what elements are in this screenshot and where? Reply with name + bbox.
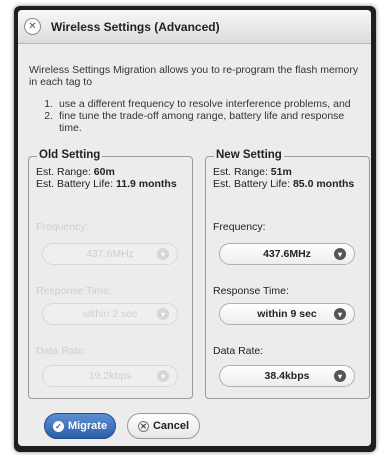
step-number: 1. <box>44 98 53 110</box>
response-time-label: Response Time: <box>213 285 289 297</box>
data-rate-value: 38.4kbps <box>264 370 310 382</box>
migrate-button[interactable]: ✓ Migrate <box>44 413 116 439</box>
data-rate-label: Data Rate: <box>36 345 87 357</box>
battery-label: Est. Battery Life: <box>36 178 114 190</box>
battery-value: 85.0 months <box>292 178 355 190</box>
step-text: fine tune the trade-off among range, bat… <box>59 110 345 134</box>
close-icon[interactable]: ✕ <box>24 18 41 35</box>
range-value: 60m <box>93 166 115 178</box>
steps-list: 1. use a different frequency to resolve … <box>29 98 364 134</box>
data-rate-label: Data Rate: <box>213 345 264 357</box>
new-setting-legend: New Setting <box>214 149 284 161</box>
chevron-down-icon[interactable]: ▾ <box>334 308 346 320</box>
old-setting-info: Est. Range: 60m Est. Battery Life: 11.9 … <box>36 166 186 190</box>
range-label: Est. Range: <box>213 166 268 178</box>
battery-label: Est. Battery Life: <box>213 178 291 190</box>
frequency-label: Frequency: <box>213 221 266 233</box>
check-icon: ✓ <box>52 420 64 432</box>
frequency-label: Frequency: <box>36 221 89 233</box>
new-response-time-select[interactable]: within 9 sec ▾ <box>219 303 355 325</box>
migrate-label: Migrate <box>67 420 108 432</box>
frequency-value: 437.6MHz <box>263 248 311 260</box>
old-setting-panel: Old Setting Est. Range: 60m Est. Battery… <box>28 149 193 399</box>
chevron-down-icon: ▾ <box>157 370 169 382</box>
step-text: use a different frequency to resolve int… <box>59 98 351 110</box>
old-frequency-select: 437.6MHz ▾ <box>42 243 178 265</box>
response-time-label: Response Time: <box>36 285 112 297</box>
chevron-down-icon[interactable]: ▾ <box>334 248 346 260</box>
frequency-value: 437.6MHz <box>86 248 134 260</box>
cancel-label: Cancel <box>152 420 190 432</box>
response-time-value: within 2 sec <box>82 308 138 320</box>
old-data-rate-select: 19.2kbps ▾ <box>42 365 178 387</box>
close-icon: ✕ <box>137 420 149 432</box>
range-label: Est. Range: <box>36 166 91 178</box>
chevron-down-icon: ▾ <box>157 248 169 260</box>
cancel-button[interactable]: ✕ Cancel <box>127 413 200 439</box>
dialog-titlebar: ✕ Wireless Settings (Advanced) <box>18 10 371 44</box>
response-time-value: within 9 sec <box>257 308 317 320</box>
new-setting-panel: New Setting Est. Range: 51m Est. Battery… <box>205 149 370 399</box>
dialog-title: Wireless Settings (Advanced) <box>51 19 220 34</box>
battery-value: 11.9 months <box>115 178 177 190</box>
wireless-settings-dialog: ✕ Wireless Settings (Advanced) Wireless … <box>18 10 371 446</box>
new-frequency-select[interactable]: 437.6MHz ▾ <box>219 243 355 265</box>
step-number: 2. <box>44 110 53 122</box>
data-rate-value: 19.2kbps <box>88 370 132 382</box>
range-value: 51m <box>270 166 292 178</box>
list-item: 1. use a different frequency to resolve … <box>29 98 364 110</box>
intro-text: Wireless Settings Migration allows you t… <box>29 64 359 88</box>
list-item: 2. fine tune the trade-off among range, … <box>29 110 364 134</box>
chevron-down-icon[interactable]: ▾ <box>334 370 346 382</box>
old-response-time-select: within 2 sec ▾ <box>42 303 178 325</box>
new-setting-info: Est. Range: 51m Est. Battery Life: 85.0 … <box>213 166 363 190</box>
chevron-down-icon: ▾ <box>157 308 169 320</box>
new-data-rate-select[interactable]: 38.4kbps ▾ <box>219 365 355 387</box>
old-setting-legend: Old Setting <box>37 149 103 161</box>
